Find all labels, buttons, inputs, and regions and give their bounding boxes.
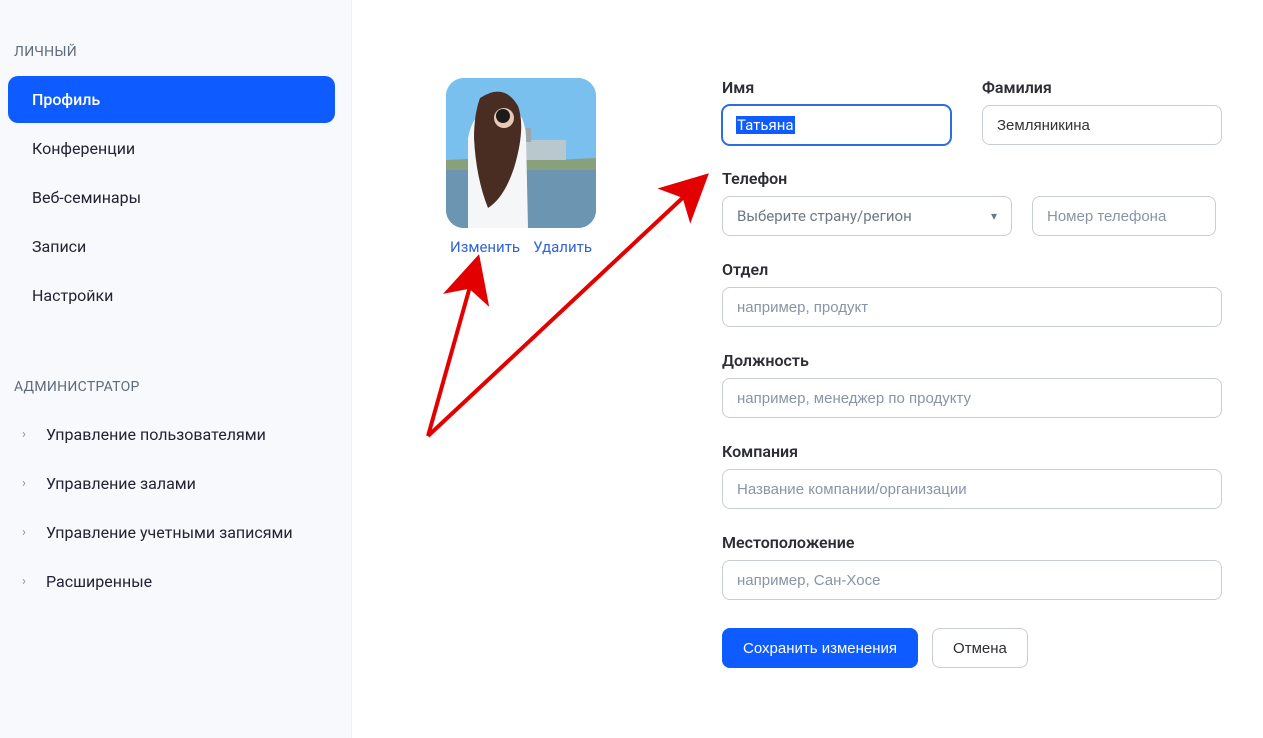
company-input[interactable]	[722, 469, 1222, 509]
phone-number-input[interactable]	[1032, 196, 1216, 236]
sidebar-section-admin: АДМИНИСТРАТОР	[8, 365, 335, 409]
chevron-right-icon: ›	[22, 427, 40, 442]
chevron-right-icon: ›	[22, 525, 40, 540]
avatar-column: Изменить Удалить	[446, 78, 596, 668]
position-input[interactable]	[722, 378, 1222, 418]
department-label: Отдел	[722, 260, 1222, 279]
position-label: Должность	[722, 351, 1222, 370]
sidebar-item-label: Управление учетными записями	[46, 523, 293, 542]
chevron-right-icon: ›	[22, 574, 40, 589]
last-name-input[interactable]	[982, 105, 1222, 145]
location-input[interactable]	[722, 560, 1222, 600]
sidebar-item-advanced[interactable]: › Расширенные	[8, 558, 335, 605]
sidebar-item-webinars[interactable]: Веб-семинары	[8, 174, 335, 221]
location-label: Местоположение	[722, 533, 1222, 552]
sidebar-section-personal: ЛИЧНЫЙ	[8, 30, 335, 74]
sidebar-item-label: Настройки	[32, 286, 113, 305]
first-name-field-wrapper: Имя Татьяна	[722, 78, 962, 145]
avatar-change-link[interactable]: Изменить	[450, 238, 520, 256]
avatar	[446, 78, 596, 228]
chevron-right-icon: ›	[22, 476, 40, 491]
last-name-field-wrapper: Фамилия	[982, 78, 1222, 145]
save-button[interactable]: Сохранить изменения	[722, 628, 918, 668]
phone-country-select[interactable]: Выберите страну/регион ▾	[722, 196, 1012, 236]
sidebar-item-label: Профиль	[32, 90, 100, 109]
sidebar-item-user-management[interactable]: › Управление пользователями	[8, 411, 335, 458]
sidebar-item-label: Записи	[32, 237, 86, 256]
cancel-button[interactable]: Отмена	[932, 628, 1028, 668]
sidebar-item-label: Веб-семинары	[32, 188, 141, 207]
main-content: Изменить Удалить Имя Татьяна	[352, 0, 1263, 738]
sidebar-item-conferences[interactable]: Конференции	[8, 125, 335, 172]
sidebar-item-label: Управление залами	[46, 474, 196, 493]
sidebar-item-recordings[interactable]: Записи	[8, 223, 335, 270]
sidebar-item-profile[interactable]: Профиль	[8, 76, 335, 123]
sidebar-item-settings[interactable]: Настройки	[8, 272, 335, 319]
phone-country-placeholder: Выберите страну/регион	[737, 207, 912, 225]
phone-label: Телефон	[722, 169, 1222, 188]
first-name-input[interactable]	[722, 105, 951, 145]
sidebar-item-account-management[interactable]: › Управление учетными записями	[8, 509, 335, 556]
sidebar: ЛИЧНЫЙ Профиль Конференции Веб-семинары …	[0, 0, 352, 738]
sidebar-item-label: Конференции	[32, 139, 135, 158]
last-name-label: Фамилия	[982, 78, 1222, 97]
first-name-label: Имя	[722, 78, 962, 97]
company-label: Компания	[722, 442, 1222, 461]
sidebar-item-room-management[interactable]: › Управление залами	[8, 460, 335, 507]
department-input[interactable]	[722, 287, 1222, 327]
profile-form: Имя Татьяна Фамилия Телефо	[722, 78, 1222, 668]
avatar-delete-link[interactable]: Удалить	[533, 238, 592, 256]
chevron-down-icon: ▾	[991, 209, 997, 223]
sidebar-item-label: Расширенные	[46, 572, 152, 591]
sidebar-item-label: Управление пользователями	[46, 425, 266, 444]
